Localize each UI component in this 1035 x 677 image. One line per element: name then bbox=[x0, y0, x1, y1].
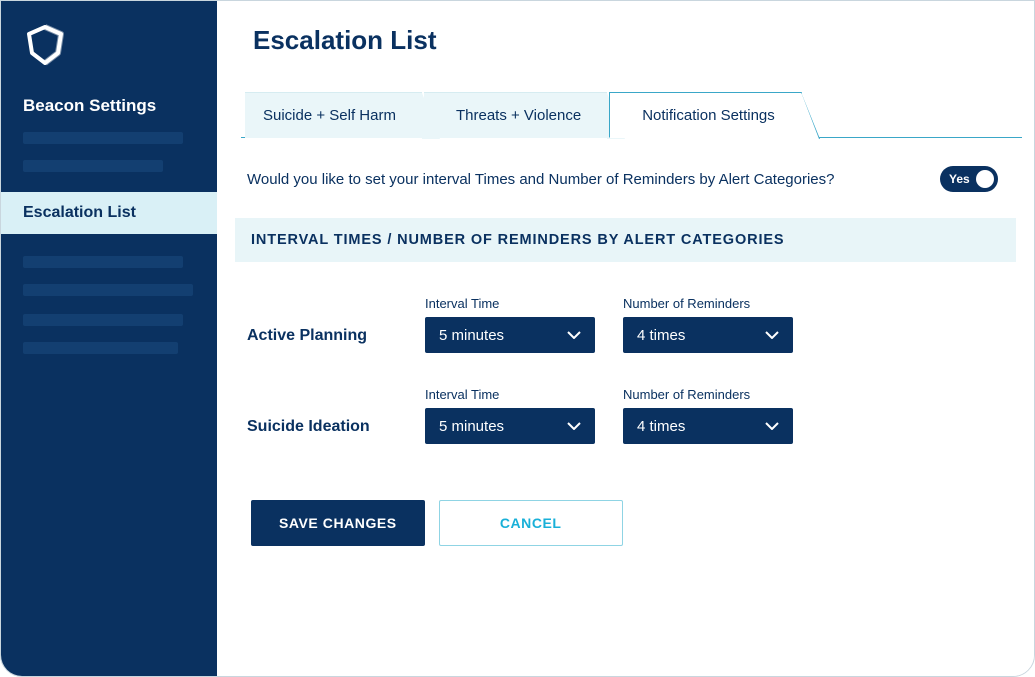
sidebar-placeholder bbox=[23, 314, 183, 326]
reminders-field: Number of Reminders 4 times bbox=[623, 387, 793, 444]
chevron-down-icon bbox=[765, 331, 779, 339]
category-name: Active Planning bbox=[247, 327, 397, 353]
interval-select[interactable]: 5 minutes bbox=[425, 317, 595, 353]
main-panel: Escalation List Suicide + Self Harm Thre… bbox=[217, 1, 1034, 676]
tabs-container: Suicide + Self Harm Threats + Violence N… bbox=[245, 92, 1022, 138]
sidebar-placeholder bbox=[23, 342, 178, 354]
sidebar-item-escalation-list[interactable]: Escalation List bbox=[1, 192, 217, 234]
select-value: 5 minutes bbox=[439, 418, 504, 435]
interval-field: Interval Time 5 minutes bbox=[425, 296, 595, 353]
toggle-label: Yes bbox=[949, 172, 970, 186]
logo-icon bbox=[1, 23, 217, 96]
chevron-down-icon bbox=[567, 331, 581, 339]
cancel-button[interactable]: CANCEL bbox=[439, 500, 623, 546]
reminders-field: Number of Reminders 4 times bbox=[623, 296, 793, 353]
select-value: 4 times bbox=[637, 418, 685, 435]
tabs: Suicide + Self Harm Threats + Violence N… bbox=[245, 92, 1022, 138]
question-text: Would you like to set your interval Time… bbox=[247, 171, 835, 188]
tab-threats-violence[interactable]: Threats + Violence bbox=[424, 92, 607, 138]
sidebar-placeholder bbox=[23, 284, 193, 296]
section-banner: INTERVAL TIMES / NUMBER OF REMINDERS BY … bbox=[235, 218, 1016, 262]
sidebar-placeholder-group-bottom bbox=[1, 256, 217, 370]
app-window: Beacon Settings Escalation List Escalati… bbox=[0, 0, 1035, 677]
select-value: 4 times bbox=[637, 327, 685, 344]
tab-label: Threats + Violence bbox=[456, 107, 581, 124]
question-row: Would you like to set your interval Time… bbox=[247, 166, 1004, 218]
field-label-interval: Interval Time bbox=[425, 387, 595, 402]
save-button[interactable]: SAVE CHANGES bbox=[251, 500, 425, 546]
actions-row: SAVE CHANGES CANCEL bbox=[247, 444, 1004, 546]
chevron-down-icon bbox=[567, 422, 581, 430]
interval-field: Interval Time 5 minutes bbox=[425, 387, 595, 444]
sidebar-placeholder-group-top bbox=[1, 132, 217, 188]
reminders-select[interactable]: 4 times bbox=[623, 408, 793, 444]
sidebar-placeholder bbox=[23, 132, 183, 144]
chevron-down-icon bbox=[765, 422, 779, 430]
field-label-interval: Interval Time bbox=[425, 296, 595, 311]
tab-notification-settings[interactable]: Notification Settings bbox=[609, 92, 802, 138]
sidebar-placeholder bbox=[23, 160, 163, 172]
field-label-reminders: Number of Reminders bbox=[623, 387, 793, 402]
category-row: Active Planning Interval Time 5 minutes … bbox=[247, 262, 1004, 353]
tab-label: Notification Settings bbox=[642, 107, 775, 124]
alert-categories-toggle[interactable]: Yes bbox=[940, 166, 998, 192]
field-label-reminders: Number of Reminders bbox=[623, 296, 793, 311]
sidebar-placeholder bbox=[23, 256, 183, 268]
page-title: Escalation List bbox=[217, 25, 1034, 92]
category-row: Suicide Ideation Interval Time 5 minutes… bbox=[247, 353, 1004, 444]
reminders-select[interactable]: 4 times bbox=[623, 317, 793, 353]
tab-label: Suicide + Self Harm bbox=[263, 107, 396, 124]
sidebar-heading: Beacon Settings bbox=[1, 96, 217, 132]
category-name: Suicide Ideation bbox=[247, 418, 397, 444]
select-value: 5 minutes bbox=[439, 327, 504, 344]
interval-select[interactable]: 5 minutes bbox=[425, 408, 595, 444]
tab-content: Would you like to set your interval Time… bbox=[217, 138, 1034, 546]
sidebar: Beacon Settings Escalation List bbox=[1, 1, 217, 676]
toggle-knob bbox=[976, 170, 994, 188]
tab-suicide-self-harm[interactable]: Suicide + Self Harm bbox=[245, 92, 422, 138]
